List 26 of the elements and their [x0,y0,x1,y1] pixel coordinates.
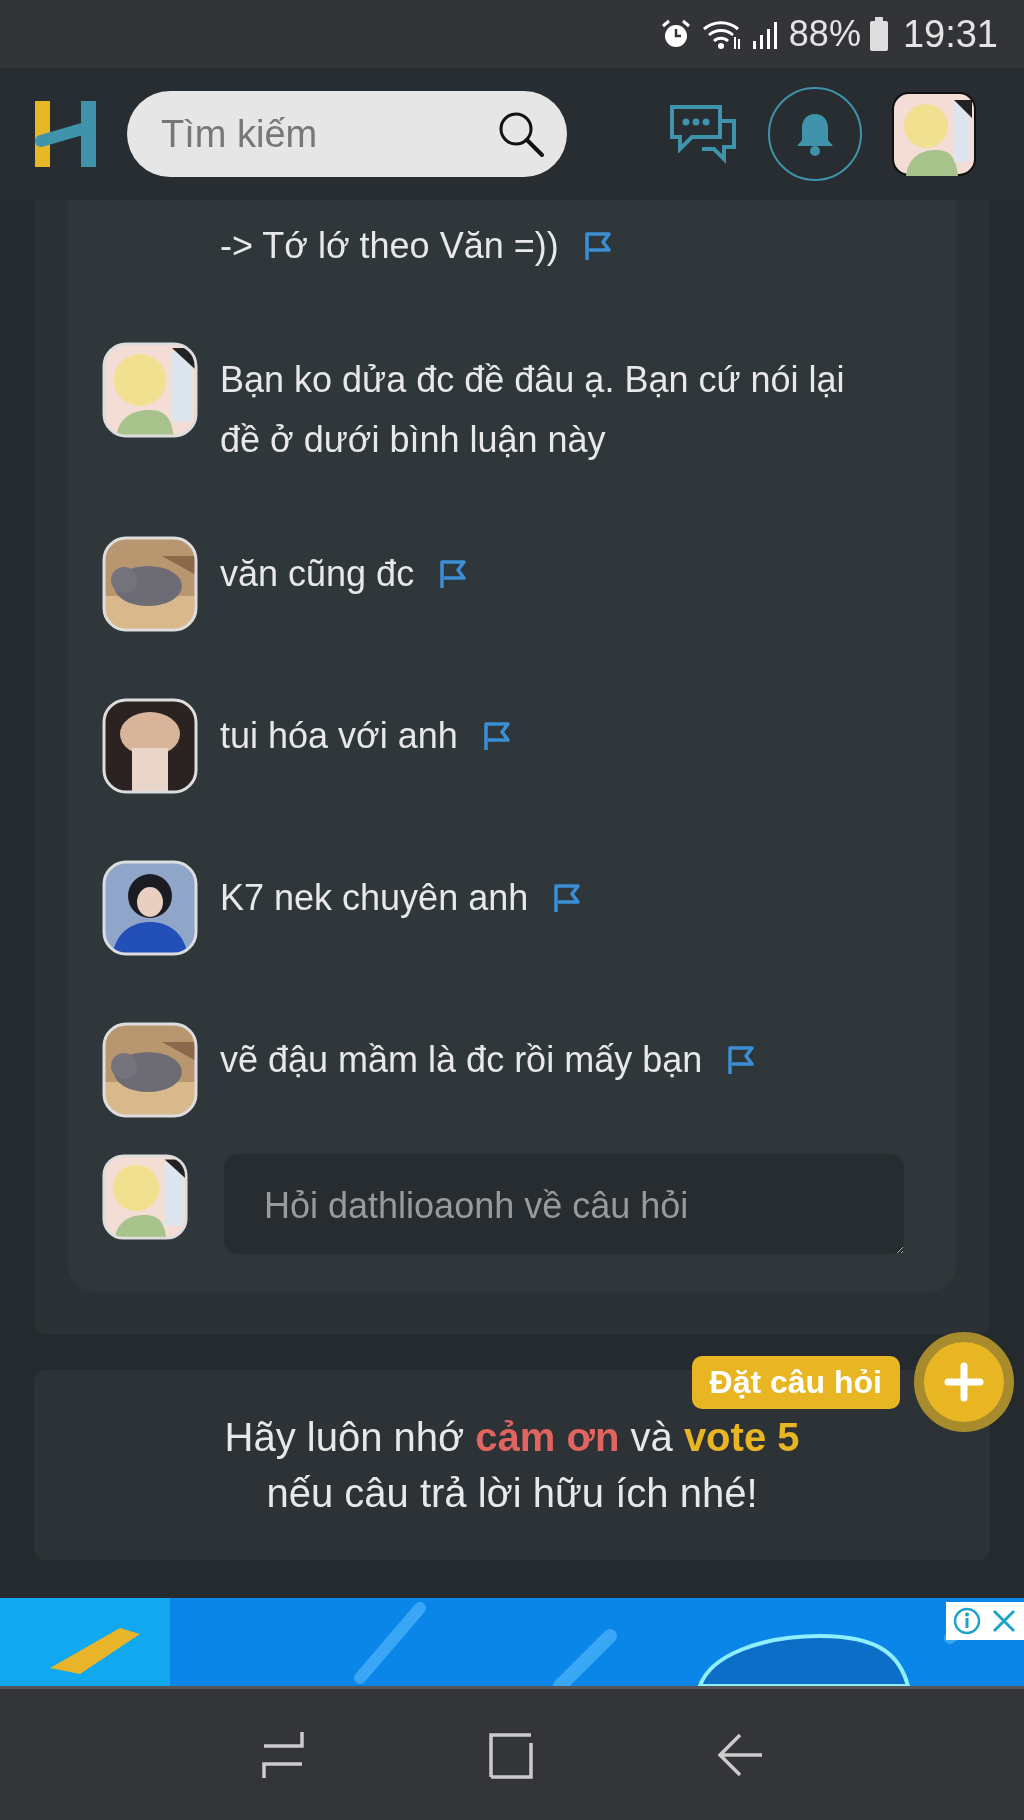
reply-field[interactable]: Hỏi dathlioaonh về câu hỏi [224,1154,904,1254]
flag-icon[interactable] [438,559,469,589]
home-icon[interactable] [487,1730,535,1779]
flag-icon[interactable] [582,231,613,261]
recent-apps-icon[interactable] [260,1729,307,1780]
notification-button[interactable] [768,87,862,181]
battery-percent: 88% [788,13,861,55]
ask-question-tooltip[interactable]: Đặt câu hỏi [691,1355,900,1409]
bell-icon [795,111,835,157]
reminder-text: Hãy luôn nhớ cảm ơn và vote 5 nếu câu trả lời hữu ích nhé! [223,1414,801,1517]
comment-text: Bạn ko dửa đc đề đâu ạ. Bạn cứ nói lại đề ở dưới bình luận này [220,358,846,462]
comment-text: vẽ đậu mầm là đc rồi mấy bạn [220,1038,703,1082]
flag-icon[interactable] [726,1045,757,1075]
flag-icon[interactable] [481,721,512,751]
battery-icon [868,16,889,52]
close-icon[interactable] [990,1607,1018,1635]
comment-text: K7 nek chuyên anh [220,876,529,920]
info-icon[interactable] [952,1606,982,1636]
plus-icon [944,1362,984,1402]
comment-text: tui hóa với anh [220,714,458,758]
search-bar[interactable]: Tìm kiếm [127,91,567,177]
comment-text: -> Tớ lớ theo Văn =)) [220,224,559,268]
search-field[interactable]: Tìm kiếm [159,111,495,157]
clock-time: 19:31 [902,12,998,56]
comment-text: văn cũng đc [220,552,415,596]
flag-icon[interactable] [552,883,583,913]
